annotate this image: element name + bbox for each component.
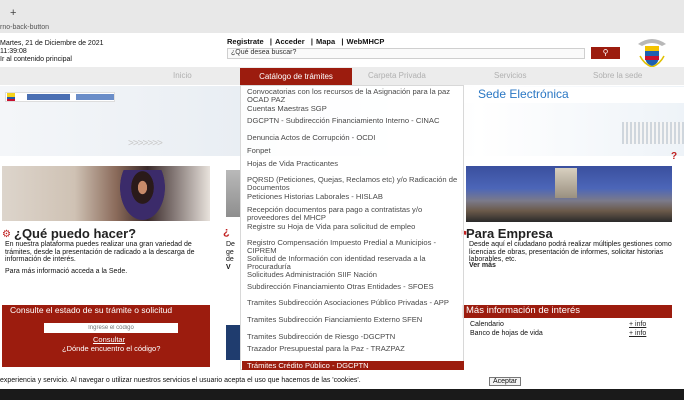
que-heading: ¿Qué puedo hacer? bbox=[14, 226, 137, 241]
info-title: Más información de interés bbox=[466, 305, 581, 316]
ministry-logo-bar bbox=[76, 94, 114, 100]
mid-line: De bbox=[226, 241, 235, 248]
dropdown-item[interactable]: Registro Compensación Impuesto Predial a… bbox=[247, 239, 462, 254]
que-more: Para más informació acceda a la Sede. bbox=[5, 268, 128, 275]
info-link[interactable]: + info bbox=[629, 330, 646, 337]
mid-heading: ¿ bbox=[223, 226, 230, 238]
flag-icon bbox=[7, 93, 15, 101]
dropdown-item[interactable]: Tramites Subdirección Fianciamiento Exte… bbox=[247, 316, 462, 324]
woman-photo bbox=[120, 170, 165, 220]
webmail-link[interactable]: WebMHCP bbox=[347, 37, 385, 46]
people-photo bbox=[2, 166, 210, 221]
building-photo bbox=[555, 168, 577, 198]
access-link[interactable]: Acceder bbox=[275, 37, 305, 46]
mid-line: V bbox=[226, 263, 231, 271]
dropdown-item[interactable]: PQRSD (Peticiones, Quejas, Reclamos etc)… bbox=[247, 176, 462, 191]
browser-topbar bbox=[0, 0, 684, 33]
info-row-label: Banco de hojas de vida bbox=[470, 330, 543, 337]
dropdown-item[interactable]: Trazador Presupuestal para la Paz - TRAZ… bbox=[247, 345, 462, 353]
info-row-label: Calendario bbox=[470, 321, 504, 328]
dropdown-item[interactable]: Fonpet bbox=[247, 147, 462, 155]
dropdown-item[interactable]: Solicitudes Administración SIIF Nación bbox=[247, 271, 462, 279]
dropdown-item[interactable]: Tramites Subdirección Asociaciones Públi… bbox=[247, 299, 462, 307]
map-link[interactable]: Mapa bbox=[316, 37, 335, 46]
cookie-accept-button[interactable]: Aceptar bbox=[489, 377, 522, 386]
date-display: Martes, 21 de Diciembre de 2021 11:39:08… bbox=[0, 40, 104, 64]
gov-logo-bar bbox=[27, 94, 70, 100]
nav-services[interactable]: Servicios bbox=[494, 71, 526, 80]
dropdown-item[interactable]: Cuentas Maestras SGP bbox=[247, 105, 462, 113]
empresa-heading: Para Empresa bbox=[466, 226, 553, 241]
help-icon[interactable]: ? bbox=[671, 151, 677, 162]
mid-text: De ge de V bbox=[226, 241, 235, 271]
dropdown-item[interactable]: Convocatorias con los recursos de la Asi… bbox=[247, 88, 462, 103]
time-line: 11:39:08 bbox=[0, 48, 27, 55]
barcode-decoration bbox=[622, 122, 684, 144]
empresa-description: Desde aquí el ciudadano podrá realizar m… bbox=[469, 241, 672, 263]
new-tab-button[interactable]: + bbox=[10, 7, 16, 19]
skip-link[interactable]: Ir al contenido principal bbox=[0, 56, 104, 64]
chevrons-decoration-icon: >>>>>>> bbox=[128, 138, 163, 149]
dropdown-item[interactable]: Registre su Hoja de Vida para solicitud … bbox=[247, 223, 462, 231]
photo-partial bbox=[226, 170, 240, 217]
que-description: En nuestra plataforma puedes realizar un… bbox=[5, 241, 195, 263]
gear-icon: ⚙ bbox=[2, 229, 11, 240]
where-code-link[interactable]: ¿Dónde encuentro el código? bbox=[62, 344, 160, 353]
dropdown-item[interactable]: Recepción documentos para pago a contrat… bbox=[247, 206, 462, 221]
nav-home[interactable]: Inicio bbox=[173, 71, 192, 80]
search-button[interactable]: ⚲ bbox=[591, 47, 620, 59]
code-input[interactable] bbox=[44, 323, 178, 333]
search-input[interactable]: ¿Qué desea buscar? bbox=[227, 48, 585, 59]
register-link[interactable]: Registrate bbox=[227, 37, 264, 46]
dropdown-item[interactable]: Solicitud de Información con identidad r… bbox=[247, 255, 462, 270]
empresa-more-link[interactable]: Ver más bbox=[469, 262, 496, 269]
date-line: Martes, 21 de Diciembre de 2021 bbox=[0, 40, 104, 47]
dropdown-item[interactable]: Subdirección Financiamiento Otras Entida… bbox=[247, 283, 462, 291]
dropdown-item[interactable]: Peticiones Historias Laborales - HISLAB bbox=[247, 193, 462, 201]
coat-of-arms-logo bbox=[638, 39, 666, 68]
dropdown-item[interactable]: Tramites Subdirección de Riesgo -DGCPTN bbox=[247, 333, 462, 341]
cookie-text: experiencia y servicio. Al navegar o uti… bbox=[0, 377, 361, 384]
mid-photo-partial bbox=[226, 325, 240, 360]
nav-private-folder[interactable]: Carpeta Privada bbox=[368, 71, 426, 80]
dropdown-item-selected[interactable]: Trámites Crédito Público - DGCPTN bbox=[242, 361, 464, 370]
header-links: Registrate | Acceder | Mapa | WebMHCP bbox=[227, 37, 385, 46]
nav-about[interactable]: Sobre la sede bbox=[593, 71, 642, 80]
nav-catalog[interactable]: Catálogo de trámites bbox=[240, 68, 352, 85]
mid-line: de bbox=[226, 256, 234, 263]
hero-title: Sede Electrónica bbox=[478, 87, 569, 101]
bottom-bar bbox=[0, 389, 684, 400]
mid-line: ge bbox=[226, 248, 234, 256]
dropdown-item[interactable]: Hojas de Vida Practicantes bbox=[247, 160, 462, 168]
consult-title: Consulte el estado de su trámite o solic… bbox=[10, 305, 173, 315]
info-link[interactable]: + info bbox=[629, 321, 646, 328]
dropdown-item[interactable]: DGCPTN - Subdirección Financiamiento Int… bbox=[247, 117, 462, 125]
consult-button[interactable]: Consultar bbox=[93, 335, 125, 344]
back-button[interactable]: rno-back-button bbox=[0, 24, 49, 31]
search-icon: ⚲ bbox=[602, 48, 609, 57]
dropdown-item[interactable]: Denuncia Actos de Corrupción - OCDI bbox=[247, 134, 462, 142]
